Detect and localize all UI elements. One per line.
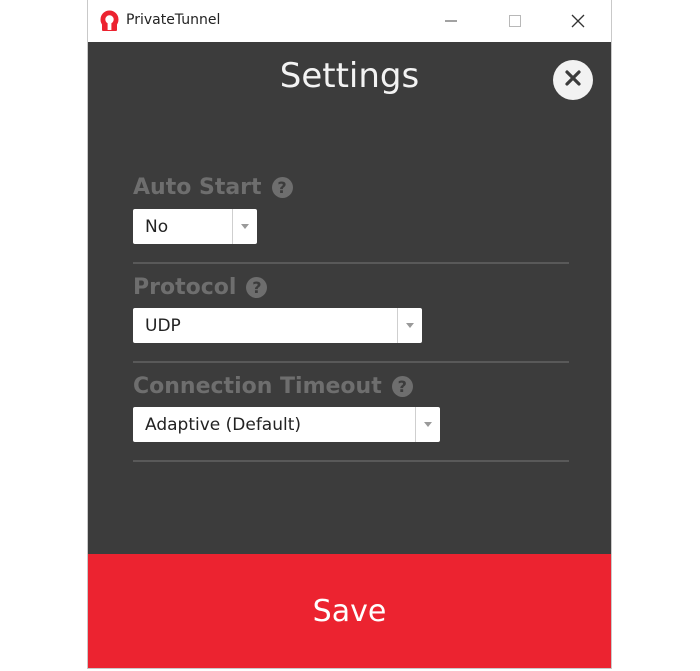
minimize-button[interactable]: [428, 0, 474, 42]
app-title: PrivateTunnel: [126, 12, 221, 28]
connection-timeout-value: Adaptive (Default): [145, 415, 302, 435]
connection-timeout-label-text: Connection Timeout: [133, 374, 382, 399]
connection-timeout-label: Connection Timeout ?: [133, 374, 413, 399]
settings-panel: Settings Auto Start ? No Protocol ? UDP: [88, 42, 611, 554]
auto-start-label: Auto Start ?: [133, 175, 293, 200]
page-title: Settings: [279, 56, 420, 96]
protocol-select[interactable]: UDP: [133, 308, 422, 343]
protocol-value: UDP: [145, 316, 181, 336]
chevron-down-icon[interactable]: [397, 308, 422, 343]
maximize-button[interactable]: [492, 0, 538, 42]
privatetunnel-logo-icon: [99, 10, 120, 32]
divider: [133, 460, 569, 462]
chevron-down-icon[interactable]: [232, 209, 257, 244]
protocol-label-text: Protocol: [133, 275, 237, 300]
close-icon: [565, 70, 581, 90]
question-icon[interactable]: ?: [246, 277, 268, 298]
divider: [133, 262, 569, 264]
auto-start-select[interactable]: No: [133, 209, 257, 244]
protocol-label: Protocol ?: [133, 275, 268, 300]
auto-start-label-text: Auto Start: [133, 175, 262, 200]
save-button[interactable]: Save: [88, 554, 611, 668]
divider: [133, 361, 569, 363]
close-settings-button[interactable]: [553, 60, 593, 100]
app-window: PrivateTunnel Settings Auto Start ? No P…: [87, 0, 612, 669]
question-icon[interactable]: ?: [271, 177, 293, 198]
connection-timeout-select[interactable]: Adaptive (Default): [133, 407, 440, 442]
save-button-label: Save: [312, 593, 387, 629]
auto-start-value: No: [145, 217, 169, 237]
window-close-button[interactable]: [555, 0, 601, 42]
question-icon[interactable]: ?: [391, 376, 413, 397]
title-bar: PrivateTunnel: [88, 0, 611, 42]
chevron-down-icon[interactable]: [415, 407, 440, 442]
